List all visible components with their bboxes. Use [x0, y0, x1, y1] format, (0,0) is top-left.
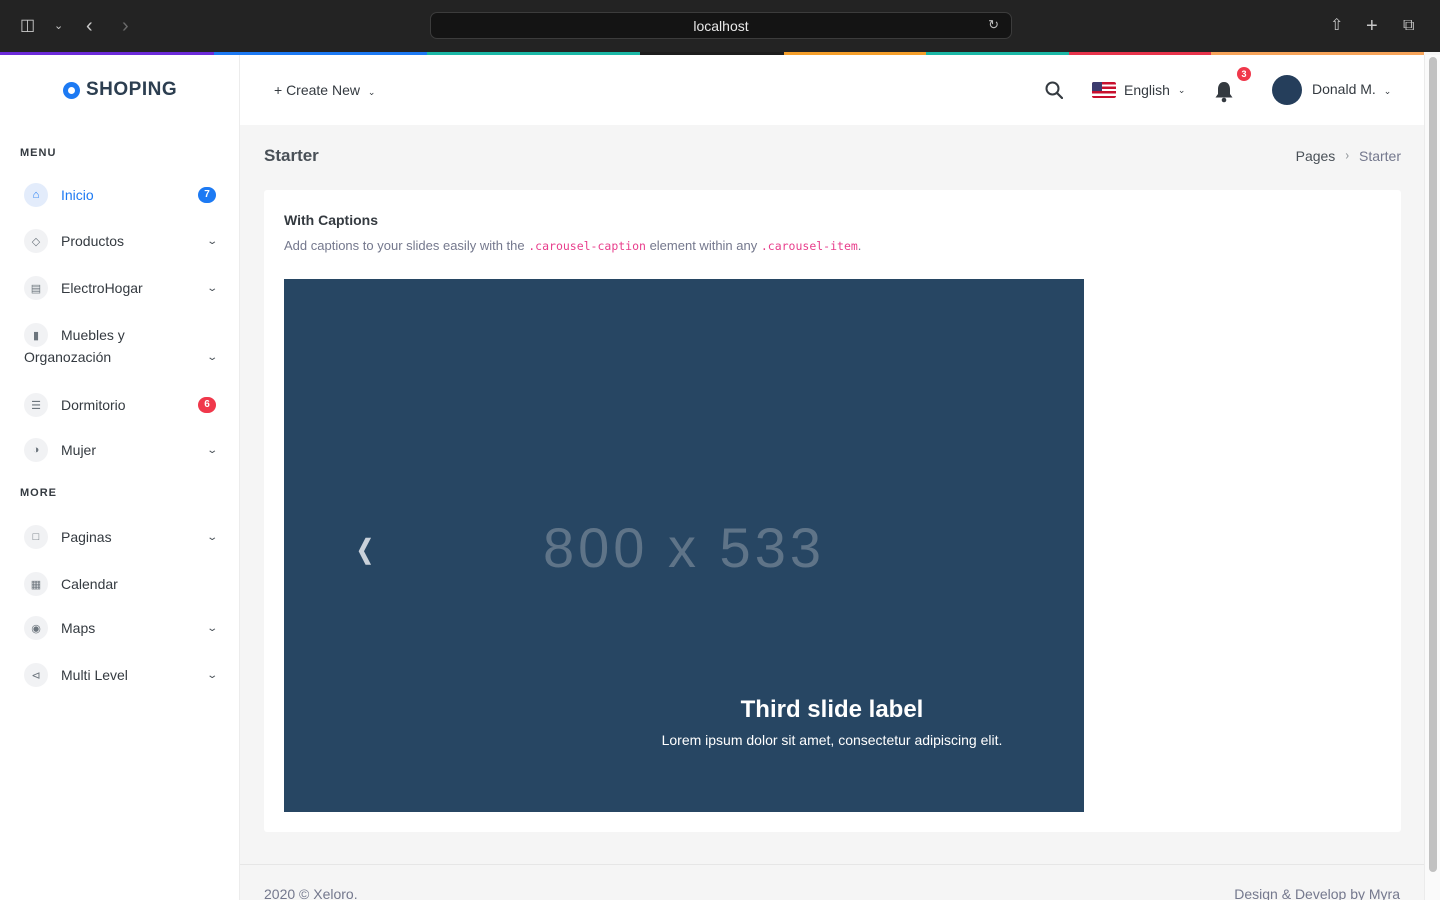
- sidebar-item-label: Inicio: [61, 187, 94, 203]
- desc-text: element within any: [645, 238, 761, 253]
- calendar-icon: ▦: [24, 572, 48, 596]
- tabs-overview-icon[interactable]: ⧉: [1403, 14, 1414, 38]
- sidebar-item-dormitorio[interactable]: ☰ Dormitorio 6: [24, 393, 216, 417]
- footer: 2020 © Xeloro. Design & Develop by Myra: [240, 864, 1424, 900]
- chevron-down-icon: ⌄: [367, 87, 376, 97]
- sidebar-item-label: Dormitorio: [61, 397, 126, 413]
- desc-code: .carousel-caption: [528, 239, 646, 253]
- carousel-caption: Third slide label Lorem ipsum dolor sit …: [644, 696, 1020, 748]
- count-badge: 7: [198, 187, 216, 203]
- breadcrumb: Pages › Starter: [1296, 148, 1401, 164]
- brand-name: SHOPING: [86, 79, 178, 100]
- page-title: Starter: [264, 146, 319, 165]
- back-icon[interactable]: ‹: [86, 14, 93, 38]
- list-icon: ☰: [24, 393, 48, 417]
- pie-chart-icon: ◑: [24, 438, 48, 462]
- caption-title: Third slide label: [740, 696, 924, 723]
- forward-icon[interactable]: ›: [122, 14, 129, 38]
- user-menu[interactable]: Donald M. ⌄: [1312, 81, 1391, 97]
- chevron-down-icon: ⌄: [205, 351, 218, 363]
- us-flag-icon: [1092, 82, 1116, 98]
- chevron-down-icon: ⌄: [1177, 84, 1186, 95]
- logo-mark-icon: [63, 81, 80, 99]
- chevron-down-icon[interactable]: ⌄: [54, 14, 63, 38]
- bell-icon[interactable]: [1214, 81, 1234, 103]
- appliance-icon: ▤: [24, 276, 48, 300]
- browser-toolbar: ◫ ⌄ ‹ › localhost ↻ ⇧ + ⧉: [0, 0, 1440, 52]
- carousel-prev-icon[interactable]: ❮: [356, 534, 373, 565]
- share-icon: ⊲: [24, 663, 48, 687]
- sidebar-item-calendar[interactable]: ▦ Calendar: [24, 572, 216, 596]
- bar-chart-icon: ▮: [24, 323, 48, 347]
- menu-section-title: MENU: [20, 147, 57, 159]
- sidebar-item-maps[interactable]: ◉ Maps ⌄: [24, 616, 218, 640]
- footer-credits: Design & Develop by Myra: [1234, 886, 1400, 900]
- map-pin-icon: ◉: [24, 616, 48, 640]
- topbar: + Create New ⌄ English ⌄ 3 Donald M. ⌄: [240, 55, 1424, 125]
- sidebar-item-multi-level[interactable]: ⊲ Multi Level ⌄: [24, 663, 218, 687]
- breadcrumb-current: Starter: [1358, 148, 1401, 164]
- card-description: Add captions to your slides easily with …: [284, 238, 861, 253]
- caption-text: Lorem ipsum dolor sit amet, consectetur …: [661, 732, 1003, 748]
- slide-placeholder-text: 800 x 533: [543, 516, 825, 579]
- language-label: English: [1124, 82, 1170, 98]
- desc-code: .carousel-item: [760, 239, 858, 253]
- carousel[interactable]: 800 x 533 ❮ Third slide label Lorem ipsu…: [284, 279, 1084, 812]
- sidebar-item-electrohogar[interactable]: ▤ ElectroHogar ⌄: [24, 276, 218, 300]
- logo[interactable]: SHOPING: [63, 79, 177, 101]
- address-bar[interactable]: localhost ↻: [430, 12, 1012, 39]
- search-icon[interactable]: [1045, 81, 1063, 99]
- chevron-right-icon: ›: [1345, 148, 1349, 164]
- home-icon: ⌂: [24, 183, 48, 207]
- create-new-button[interactable]: + Create New ⌄: [274, 82, 375, 98]
- create-new-label: + Create New: [274, 82, 360, 98]
- scrollbar[interactable]: [1424, 55, 1440, 900]
- sidebar-item-label: Calendar: [61, 576, 118, 592]
- gem-icon: ◇: [24, 229, 48, 253]
- chevron-down-icon: ⌄: [205, 444, 218, 456]
- chevron-down-icon: ⌄: [205, 282, 218, 294]
- sidebar-item-paginas[interactable]: □ Paginas ⌄: [24, 525, 218, 549]
- desc-text: .: [857, 238, 862, 253]
- desc-text: Add captions to your slides easily with …: [284, 238, 529, 253]
- sidebar-item-label: Multi Level: [61, 667, 128, 683]
- sidebar-toggle-icon[interactable]: ◫: [20, 14, 35, 38]
- url-text: localhost: [693, 18, 749, 34]
- sidebar-item-productos[interactable]: ◇ Productos ⌄: [24, 229, 218, 253]
- chevron-down-icon: ⌄: [1383, 86, 1392, 96]
- count-badge: 6: [198, 397, 216, 413]
- notification-badge: 3: [1237, 67, 1251, 81]
- sidebar-item-label: Muebles y: [61, 327, 125, 343]
- sidebar: SHOPING MENU ⌂ Inicio 7 ◇ Productos ⌄ ▤ …: [0, 55, 240, 900]
- sidebar-item-mujer[interactable]: ◑ Mujer ⌄: [24, 438, 218, 462]
- chevron-down-icon: ⌄: [205, 531, 218, 543]
- language-selector[interactable]: English ⌄: [1092, 82, 1185, 98]
- sidebar-item-label: Maps: [61, 620, 96, 636]
- reload-icon[interactable]: ↻: [988, 17, 1003, 33]
- sidebar-item-label: ElectroHogar: [61, 280, 143, 296]
- footer-copyright: 2020 © Xeloro.: [264, 886, 358, 900]
- file-icon: □: [24, 525, 48, 549]
- sidebar-item-inicio[interactable]: ⌂ Inicio 7: [24, 183, 216, 207]
- sidebar-item-label: Mujer: [61, 442, 97, 458]
- carousel-card: With Captions Add captions to your slide…: [264, 190, 1401, 832]
- avatar[interactable]: [1272, 75, 1302, 105]
- sidebar-item-label: Productos: [61, 233, 125, 249]
- chevron-down-icon: ⌄: [205, 669, 218, 681]
- user-name: Donald M.: [1312, 81, 1376, 97]
- share-icon[interactable]: ⇧: [1330, 14, 1343, 38]
- card-title: With Captions: [284, 212, 378, 228]
- chevron-down-icon: ⌄: [205, 622, 218, 634]
- more-section-title: MORE: [20, 487, 57, 499]
- breadcrumb-link-pages[interactable]: Pages: [1296, 148, 1336, 164]
- sidebar-item-muebles[interactable]: ▮ Muebles y Organozación ⌄: [24, 323, 218, 365]
- sidebar-item-label: Paginas: [61, 529, 112, 545]
- chevron-down-icon: ⌄: [205, 235, 218, 247]
- sidebar-item-label: Organozación: [24, 349, 112, 365]
- scrollbar-thumb[interactable]: [1429, 57, 1437, 872]
- new-tab-icon[interactable]: +: [1366, 14, 1378, 38]
